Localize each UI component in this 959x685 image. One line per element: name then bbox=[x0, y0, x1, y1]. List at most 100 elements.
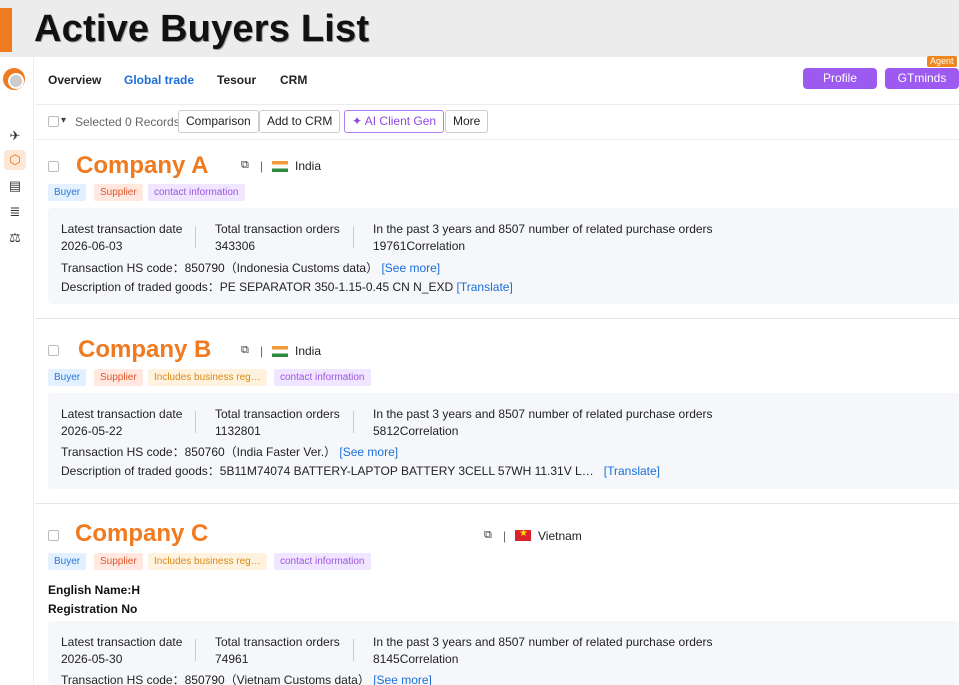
hs-code-label: Transaction HS code： bbox=[61, 261, 185, 275]
select-all-checkbox[interactable] bbox=[48, 116, 59, 127]
company-country: Vietnam bbox=[538, 529, 582, 543]
correlation-value: 8145Correlation bbox=[373, 652, 459, 666]
hs-code-label: Transaction HS code： bbox=[61, 445, 185, 459]
hs-code-value: 850760（India Faster Ver.） bbox=[184, 445, 337, 459]
copy-icon[interactable]: ⧉ bbox=[241, 159, 249, 172]
total-orders-label: Total transaction orders bbox=[215, 222, 340, 236]
banner-accent-bar bbox=[0, 8, 12, 52]
divider bbox=[353, 639, 354, 661]
more-button[interactable]: More bbox=[445, 110, 489, 133]
title-banner: Active Buyers List bbox=[0, 0, 959, 57]
chart-icon[interactable]: ≣ bbox=[4, 202, 26, 222]
description-value: 5B11M74074 BATTERY-LAPTOP BATTERY 3CELL … bbox=[219, 464, 594, 478]
ai-client-gen-label: AI Client Gen bbox=[364, 114, 437, 128]
tag-contact-information[interactable]: contact information bbox=[274, 369, 371, 386]
tag-business-registration[interactable]: Includes business reg… bbox=[148, 553, 267, 570]
tab-tesour[interactable]: Tesour bbox=[217, 73, 256, 87]
vietnam-flag-icon bbox=[515, 528, 531, 541]
top-nav: Overview Global trade Tesour CRM Profile… bbox=[35, 56, 959, 105]
row-checkbox[interactable] bbox=[48, 345, 59, 356]
description-line: Description of traded goods：PE SEPARATOR… bbox=[61, 278, 513, 295]
tag-buyer: Buyer bbox=[48, 184, 87, 201]
app-logo[interactable] bbox=[3, 68, 25, 90]
gtminds-button[interactable]: GTminds bbox=[885, 68, 959, 89]
tag-contact-information[interactable]: contact information bbox=[274, 553, 371, 570]
copy-icon[interactable]: ⧉ bbox=[241, 344, 249, 357]
latest-date-label: Latest transaction date bbox=[61, 222, 183, 236]
rocket-icon[interactable]: ✈ bbox=[4, 126, 26, 146]
total-orders-label: Total transaction orders bbox=[215, 635, 340, 649]
see-more-link[interactable]: [See more] bbox=[339, 445, 398, 459]
tab-overview[interactable]: Overview bbox=[48, 73, 101, 87]
scale-icon[interactable]: ⚖ bbox=[4, 228, 26, 248]
company-name[interactable]: Company A bbox=[76, 152, 208, 180]
correlation-value: 5812Correlation bbox=[373, 424, 459, 438]
divider bbox=[195, 411, 196, 433]
agent-badge: Agent bbox=[927, 56, 957, 67]
tab-global-trade[interactable]: Global trade bbox=[124, 73, 194, 87]
india-flag-icon bbox=[272, 161, 288, 172]
tab-crm[interactable]: CRM bbox=[280, 73, 307, 87]
comparison-button[interactable]: Comparison bbox=[178, 110, 259, 133]
transaction-panel: Latest transaction date 2026-05-30 Total… bbox=[48, 621, 959, 685]
total-orders-value: 1132801 bbox=[215, 424, 261, 438]
cube-icon[interactable]: ⬡ bbox=[4, 150, 26, 170]
hs-code-line: Transaction HS code：850790（Vietnam Custo… bbox=[61, 671, 432, 685]
company-name[interactable]: Company B bbox=[78, 336, 211, 364]
building-icon[interactable]: ▤ bbox=[4, 176, 26, 196]
tag-supplier: Supplier bbox=[94, 184, 143, 201]
selected-count: Selected 0 Records bbox=[75, 115, 180, 129]
separator: | bbox=[260, 159, 264, 173]
description-label: Description of traded goods： bbox=[61, 464, 220, 478]
sparkle-icon: ✦ bbox=[352, 114, 363, 128]
row-checkbox[interactable] bbox=[48, 530, 59, 541]
page-title: Active Buyers List bbox=[34, 8, 370, 50]
divider bbox=[353, 226, 354, 248]
hs-code-line: Transaction HS code：850790（Indonesia Cus… bbox=[61, 259, 440, 276]
transaction-panel: Latest transaction date 2026-05-22 Total… bbox=[48, 393, 959, 489]
tag-buyer: Buyer bbox=[48, 553, 87, 570]
see-more-link[interactable]: [See more] bbox=[381, 261, 440, 275]
tag-contact-information[interactable]: contact information bbox=[148, 184, 245, 201]
translate-link[interactable]: [Translate] bbox=[457, 280, 513, 294]
latest-date-label: Latest transaction date bbox=[61, 635, 183, 649]
related-orders-label: In the past 3 years and 8507 number of r… bbox=[373, 407, 713, 421]
total-orders-value: 343306 bbox=[215, 239, 256, 253]
copy-icon[interactable]: ⧉ bbox=[484, 529, 492, 542]
related-orders-label: In the past 3 years and 8507 number of r… bbox=[373, 635, 713, 649]
ai-client-gen-button[interactable]: ✦ AI Client Gen bbox=[344, 110, 445, 133]
row-divider bbox=[35, 503, 959, 504]
tag-supplier: Supplier bbox=[94, 553, 143, 570]
company-country: India bbox=[295, 344, 322, 358]
separator: | bbox=[503, 529, 507, 543]
translate-link[interactable]: [Translate] bbox=[604, 464, 660, 478]
total-orders-value: 74961 bbox=[215, 652, 249, 666]
hs-code-value: 850790（Indonesia Customs data） bbox=[184, 261, 379, 275]
latest-date-label: Latest transaction date bbox=[61, 407, 183, 421]
tag-buyer: Buyer bbox=[48, 369, 87, 386]
company-country: India bbox=[295, 159, 322, 173]
add-to-crm-button[interactable]: Add to CRM bbox=[259, 110, 341, 133]
list-toolbar: ▾ Selected 0 Records Comparison Add to C… bbox=[35, 106, 959, 140]
separator: | bbox=[260, 344, 264, 358]
transaction-panel: Latest transaction date 2026-06-03 Total… bbox=[48, 208, 959, 304]
correlation-value: 19761Correlation bbox=[373, 239, 466, 253]
related-orders-label: In the past 3 years and 8507 number of r… bbox=[373, 222, 713, 236]
latest-date-value: 2026-05-30 bbox=[61, 652, 123, 666]
hs-code-value: 850790（Vietnam Customs data） bbox=[184, 673, 370, 685]
row-checkbox[interactable] bbox=[48, 161, 59, 172]
registration-no: Registration No bbox=[48, 602, 138, 616]
see-more-link[interactable]: [See more] bbox=[373, 673, 432, 685]
company-name[interactable]: Company C bbox=[75, 520, 208, 548]
latest-date-value: 2026-05-22 bbox=[61, 424, 123, 438]
chevron-down-icon[interactable]: ▾ bbox=[61, 115, 66, 126]
profile-button[interactable]: Profile bbox=[803, 68, 877, 89]
description-value: PE SEPARATOR 350-1.15-0.45 CN N_EXD bbox=[219, 280, 454, 294]
tag-business-registration[interactable]: Includes business reg… bbox=[148, 369, 267, 386]
description-label: Description of traded goods： bbox=[61, 280, 220, 294]
row-divider bbox=[35, 318, 959, 319]
hs-code-label: Transaction HS code： bbox=[61, 673, 185, 685]
divider bbox=[195, 639, 196, 661]
latest-date-value: 2026-06-03 bbox=[61, 239, 123, 253]
divider bbox=[195, 226, 196, 248]
